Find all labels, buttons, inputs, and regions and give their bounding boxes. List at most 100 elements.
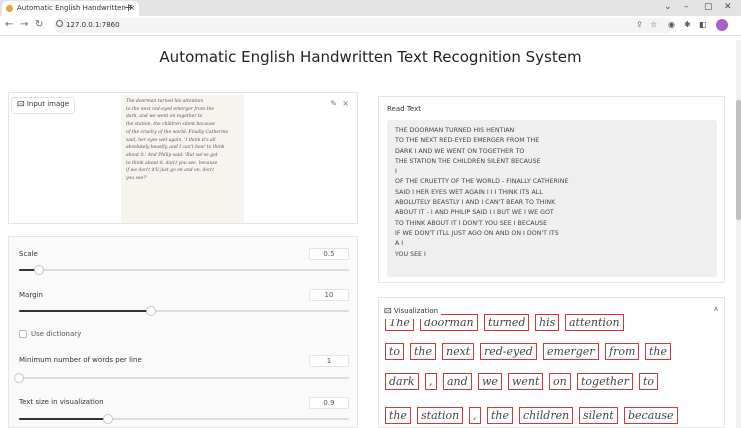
handwriting-line: the station, the children silent because bbox=[126, 122, 216, 128]
min-words-value-input[interactable]: 1 bbox=[309, 355, 349, 367]
minimize-icon[interactable]: – bbox=[684, 0, 689, 15]
input-image-panel: 🖾 Input image The doorman turned his att… bbox=[8, 92, 358, 224]
scale-label: Scale bbox=[19, 250, 38, 258]
word-box: silent bbox=[579, 407, 618, 424]
word-box: to bbox=[385, 343, 405, 360]
word-box: emerger bbox=[543, 343, 599, 360]
min-words-label: Minimum number of words per line bbox=[19, 356, 142, 364]
share-icon[interactable]: ⇪ bbox=[636, 20, 643, 29]
handwriting-line: absolutely beastly, and I can't bear to … bbox=[126, 145, 225, 151]
read-text-line: OF THE CRUETTY OF THE WORLD - FINALLY CA… bbox=[395, 178, 569, 186]
read-text-line: THE DOORMAN TURNED HIS HENTIAN bbox=[395, 127, 515, 134]
read-text-line: SAID I HER EYES WET AGAIN I I I THINK IT… bbox=[395, 188, 543, 196]
tab-search-icon[interactable]: ⌄ bbox=[664, 0, 672, 15]
site-info-icon[interactable] bbox=[56, 20, 63, 27]
input-image-label: 🖾 Input image bbox=[11, 97, 76, 114]
bookmark-star-icon[interactable]: ☆ bbox=[650, 20, 657, 29]
maximize-icon[interactable]: ▢ bbox=[704, 0, 713, 15]
read-text-label: Read Text bbox=[387, 105, 421, 113]
favicon-icon bbox=[6, 5, 13, 12]
handwriting-line: dark, and we went on together to bbox=[126, 114, 203, 120]
word-box: to bbox=[639, 373, 659, 390]
word-box: , bbox=[469, 407, 481, 424]
image-icon: 🖾 bbox=[17, 100, 25, 108]
word-box: and bbox=[443, 373, 472, 390]
word-box: we bbox=[478, 373, 502, 390]
word-box: the bbox=[385, 407, 412, 424]
read-text-line: DARK I AND WE WENT ON TOGETHER TO bbox=[395, 147, 525, 155]
min-words-slider-thumb[interactable] bbox=[14, 373, 24, 383]
read-text-output[interactable]: THE DOORMAN TURNED HIS HENTIAN TO THE NEX… bbox=[387, 120, 717, 277]
browser-tab[interactable]: Automatic English Handwritten T × bbox=[2, 1, 139, 16]
margin-slider-fill bbox=[19, 310, 151, 312]
margin-value-input[interactable]: 10 bbox=[309, 289, 349, 301]
image-icon: 🖾 bbox=[384, 307, 392, 315]
word-box: the bbox=[487, 407, 514, 424]
read-text-line: ABOUT IT - I AND PHILIP SAID I I BUT WE … bbox=[395, 209, 554, 217]
profile-avatar[interactable] bbox=[716, 19, 728, 31]
word-box: , bbox=[425, 373, 437, 390]
url-text[interactable]: 127.0.0.1:7860 bbox=[66, 21, 120, 29]
controls-panel: Scale 0.5 Margin 10 Use dictionary Minim… bbox=[8, 236, 358, 428]
new-tab-icon[interactable]: + bbox=[124, 0, 133, 15]
reload-icon[interactable]: ↻ bbox=[35, 19, 43, 30]
page-scrollbar[interactable] bbox=[736, 40, 741, 428]
word-box: children bbox=[519, 407, 574, 424]
read-text-line: TO THINK ABOUT IT I DON'T YOU SEE I BECA… bbox=[395, 219, 548, 227]
handwriting-line: if we don't it'll just go on and on, don… bbox=[126, 168, 215, 174]
back-icon[interactable]: ← bbox=[5, 19, 13, 30]
read-text-line: TO THE NEXT RED-EYED EMERGER FROM THE bbox=[395, 137, 540, 145]
text-size-slider[interactable] bbox=[19, 414, 349, 424]
handwriting-line: about it.' And Philip said: 'But we've g… bbox=[126, 152, 218, 158]
visualization-label: 🖾 Visualization bbox=[381, 306, 442, 319]
window-close-icon[interactable]: ✕ bbox=[724, 0, 732, 15]
browser-tab-strip: Automatic English Handwritten T × + ⌄ – … bbox=[0, 0, 741, 16]
word-box: from bbox=[605, 343, 640, 360]
read-text-line: IF WE DON'T ITLL JUST AGO ON AND ON I DO… bbox=[395, 229, 559, 237]
text-size-value-input[interactable]: 0.9 bbox=[309, 397, 349, 409]
use-dictionary-label: Use dictionary bbox=[31, 330, 82, 338]
edit-icon[interactable]: ✎ bbox=[330, 99, 337, 108]
word-box: red-eyed bbox=[480, 343, 537, 360]
use-dictionary-checkbox[interactable] bbox=[19, 330, 27, 338]
margin-slider[interactable] bbox=[19, 306, 349, 316]
word-box: because bbox=[624, 407, 678, 424]
word-box: the bbox=[645, 343, 672, 360]
min-words-slider[interactable] bbox=[14, 373, 349, 383]
word-box: attention bbox=[565, 314, 624, 331]
visualization-panel: 🖾 Visualization A The doorman turned his att… bbox=[378, 297, 725, 428]
puzzle-icon[interactable]: ✱ bbox=[684, 20, 691, 29]
word-box: his bbox=[535, 314, 560, 331]
scale-value-input[interactable]: 0.5 bbox=[309, 248, 349, 260]
read-text-line: YOU SEE I bbox=[395, 250, 426, 258]
forward-icon[interactable]: → bbox=[20, 19, 28, 30]
scale-slider-thumb[interactable] bbox=[33, 265, 44, 275]
word-box: on bbox=[549, 373, 571, 390]
handwriting-line: of the cruelty of the world. Finally Cat… bbox=[126, 129, 229, 135]
word-box: station bbox=[417, 407, 464, 424]
handwriting-line: to the next red-eyed emerger from the bbox=[126, 106, 214, 112]
read-text-line: I bbox=[395, 168, 397, 176]
clear-image-icon[interactable]: × bbox=[342, 99, 349, 108]
read-text-panel: Read Text THE DOORMAN TURNED HIS HENTIAN… bbox=[378, 96, 725, 283]
text-size-slider-thumb[interactable] bbox=[103, 414, 114, 424]
read-text-line: A I bbox=[395, 240, 404, 248]
page-title: Automatic English Handwritten Text Recog… bbox=[159, 48, 582, 66]
address-bar: ← → ↻ 127.0.0.1:7860 ⇪ ☆ ◉ ✱ ◧ bbox=[0, 16, 741, 36]
margin-slider-thumb[interactable] bbox=[146, 306, 156, 316]
scrollbar-thumb[interactable] bbox=[736, 100, 741, 220]
read-text-line: ABOLUTELY BEASTLY I AND I CAN'T BEAR TO … bbox=[395, 199, 556, 207]
sidebar-icon[interactable]: ◧ bbox=[699, 20, 707, 29]
word-box: dark bbox=[385, 373, 419, 390]
read-text-line: THE STATION THE CHILDREN SILENT BECAUSE bbox=[395, 157, 541, 165]
handwriting-line: said, her eyes wet again, 'I think it's … bbox=[126, 137, 216, 143]
scale-slider[interactable] bbox=[19, 265, 349, 275]
omnibox[interactable] bbox=[54, 18, 674, 33]
tab-title: Automatic English Handwritten T bbox=[17, 4, 133, 12]
word-box: the bbox=[410, 343, 437, 360]
handwriting-image: The doorman turned his attention to the n… bbox=[121, 95, 244, 223]
visualization-menu-icon[interactable]: A bbox=[714, 306, 718, 313]
word-box: next bbox=[442, 343, 475, 360]
handwriting-line: you see?' bbox=[126, 176, 147, 182]
extension-icon[interactable]: ◉ bbox=[668, 20, 675, 29]
